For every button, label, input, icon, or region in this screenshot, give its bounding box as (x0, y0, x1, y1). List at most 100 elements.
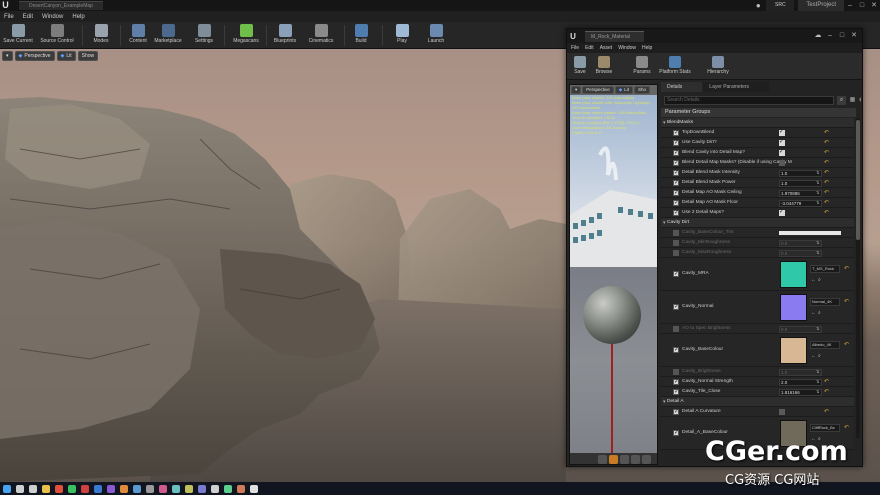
spin-arrows-icon[interactable]: ⇅ (816, 180, 819, 185)
details-scrollbar[interactable] (856, 118, 860, 438)
browse-arrow-icon[interactable]: ←⌕ (811, 310, 823, 316)
preview-show-button[interactable]: Sho (634, 86, 651, 94)
parameter-groups-header[interactable]: Parameter Groups (661, 108, 856, 117)
override-checkbox[interactable]: ✓ (673, 200, 679, 206)
menu-file[interactable]: File (4, 14, 14, 20)
spin-arrows-icon[interactable]: ⇅ (816, 200, 819, 205)
app-icon[interactable] (81, 484, 89, 493)
build-button[interactable]: Build (351, 23, 371, 48)
viewport-menu-button[interactable]: ▾ (2, 50, 13, 61)
reset-to-default-icon[interactable]: ↶ (824, 129, 829, 136)
scrollbar-thumb[interactable] (856, 120, 860, 240)
browse-arrow-icon[interactable]: ←⌕ (811, 353, 823, 359)
override-checkbox[interactable]: ✓ (673, 430, 679, 436)
group-detail-a[interactable]: ▾ Detail A (661, 397, 854, 407)
reset-to-default-icon[interactable]: ↶ (824, 408, 829, 415)
app-icon[interactable] (237, 484, 245, 493)
reset-to-default-icon[interactable]: ↶ (824, 199, 829, 206)
spin-arrows-icon[interactable]: ⇅ (816, 369, 819, 374)
modes-button[interactable]: Modes (90, 23, 112, 48)
override-checkbox[interactable]: ✓ (673, 389, 679, 395)
override-checkbox[interactable]: ✓ (673, 271, 679, 277)
close-button[interactable]: ✕ (849, 29, 859, 43)
level-tab[interactable]: DesertCanyon_ExampleMap (19, 1, 103, 10)
preview-lit-button[interactable]: ◆ Lit (614, 86, 634, 94)
eye-icon[interactable]: ◉ (859, 96, 861, 105)
mat-menu-asset[interactable]: Asset (600, 45, 613, 51)
spin-arrows-icon[interactable]: ⇅ (816, 240, 819, 245)
params-button[interactable]: Params (631, 54, 653, 79)
app-icon[interactable] (159, 484, 167, 493)
texture-asset-picker[interactable]: Normal_4K (810, 298, 840, 306)
cylinder-icon[interactable] (598, 455, 607, 464)
param-value-checkbox[interactable]: ✓ (779, 139, 785, 146)
reset-to-default-icon[interactable]: ↶ (844, 424, 849, 431)
spotify-icon[interactable] (68, 484, 76, 493)
app-icon[interactable] (146, 484, 154, 493)
task-view-icon[interactable] (29, 484, 37, 493)
minimize-button[interactable]: – (844, 0, 856, 11)
mat-browse-button[interactable]: Browse (592, 54, 616, 79)
override-checkbox[interactable] (673, 326, 679, 332)
spin-arrows-icon[interactable]: ⇅ (816, 190, 819, 195)
texture-thumbnail[interactable] (780, 337, 807, 364)
app-icon[interactable] (107, 484, 115, 493)
expand-arrow-icon[interactable]: ▾ (663, 397, 666, 407)
teapot-icon[interactable] (642, 455, 651, 464)
app-icon[interactable] (185, 484, 193, 493)
override-checkbox[interactable] (673, 369, 679, 375)
tab-details[interactable]: Details (661, 82, 703, 92)
menu-help[interactable]: Help (72, 14, 84, 20)
reset-to-default-icon[interactable]: ↶ (824, 179, 829, 186)
override-checkbox[interactable] (673, 250, 679, 256)
param-value-checkbox[interactable]: ✓ (779, 209, 785, 216)
reset-to-default-icon[interactable]: ↶ (844, 298, 849, 305)
preview-menu-button[interactable]: ▾ (571, 86, 582, 94)
launch-button[interactable]: Launch (425, 23, 447, 48)
override-checkbox[interactable]: ✓ (673, 347, 679, 353)
texture-asset-picker[interactable]: Albedo_4K (810, 341, 840, 349)
spin-arrows-icon[interactable]: ⇅ (816, 250, 819, 255)
source-control-button[interactable]: Source Control (38, 23, 76, 48)
play-button[interactable]: Play (392, 23, 412, 48)
maximize-button[interactable]: □ (837, 29, 847, 43)
override-checkbox[interactable]: ✓ (673, 130, 679, 136)
reset-to-default-icon[interactable]: ↶ (824, 169, 829, 176)
override-checkbox[interactable] (673, 230, 679, 236)
spin-arrows-icon[interactable]: ⇅ (816, 379, 819, 384)
mat-menu-file[interactable]: File (571, 45, 579, 51)
expand-arrow-icon[interactable]: ▾ (663, 218, 666, 228)
app-icon[interactable] (133, 484, 141, 493)
notification-icon[interactable]: ● (750, 0, 766, 11)
override-checkbox[interactable]: ✓ (673, 304, 679, 310)
texture-thumbnail[interactable] (780, 261, 807, 288)
reset-to-default-icon[interactable]: ↶ (824, 189, 829, 196)
mat-menu-help[interactable]: Help (642, 45, 652, 51)
param-value-checkbox[interactable] (779, 409, 785, 415)
plane-icon[interactable] (620, 455, 629, 464)
spin-arrows-icon[interactable]: ⇅ (816, 170, 819, 175)
lit-button[interactable]: ◆ Lit (56, 50, 76, 61)
browse-arrow-icon[interactable]: ←⌕ (811, 277, 823, 283)
chrome-icon[interactable] (55, 484, 63, 493)
menu-edit[interactable]: Edit (23, 14, 33, 20)
sphere-icon[interactable] (609, 455, 618, 464)
app-icon[interactable] (224, 484, 232, 493)
windows-start-icon[interactable] (3, 484, 11, 493)
grid-view-icon[interactable]: ▦ (848, 96, 857, 105)
reset-to-default-icon[interactable]: ↶ (844, 265, 849, 272)
maximize-button[interactable]: □ (856, 0, 868, 11)
reset-to-default-icon[interactable]: ↶ (824, 139, 829, 146)
perspective-button[interactable]: ◆ Perspective (14, 50, 55, 61)
tab-layer-parameters[interactable]: Layer Parameters (703, 82, 770, 92)
reset-to-default-icon[interactable]: ↶ (824, 388, 829, 395)
override-checkbox[interactable]: ✓ (673, 190, 679, 196)
menu-window[interactable]: Window (42, 14, 63, 20)
close-button[interactable]: ✕ (868, 0, 880, 11)
spin-arrows-icon[interactable]: ⇅ (816, 389, 819, 394)
show-button[interactable]: Show (77, 50, 99, 61)
override-checkbox[interactable]: ✓ (673, 210, 679, 216)
preview-perspective-button[interactable]: Perspective (582, 86, 614, 94)
texture-asset-picker[interactable]: CliffRock_Bc (810, 424, 840, 432)
mat-menu-edit[interactable]: Edit (585, 45, 594, 51)
